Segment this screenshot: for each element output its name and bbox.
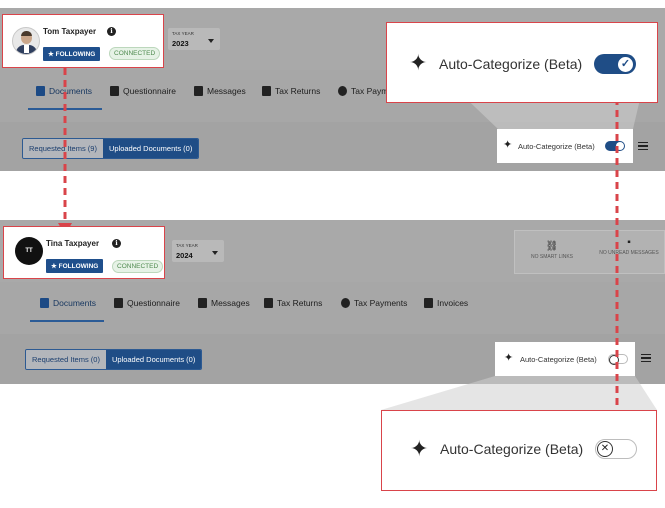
top-user-card: Tom Taxpayer i ★ FOLLOWING CONNECTED — [2, 14, 164, 68]
person-shirt — [24, 45, 29, 53]
avatar — [12, 27, 40, 55]
avatar: TT — [15, 237, 43, 265]
following-button[interactable]: ★ FOLLOWING — [43, 47, 101, 61]
connected-badge: CONNECTED — [112, 260, 164, 273]
auto-categorize-label: Auto-Categorize (Beta) — [440, 441, 584, 457]
auto-categorize-label: Auto-Categorize (Beta) — [439, 56, 583, 72]
auto-categorize-toggle-off[interactable]: ✕ — [595, 439, 637, 459]
following-button[interactable]: ★ FOLLOWING — [46, 259, 104, 273]
user-name: Tom Taxpayer — [43, 27, 97, 36]
user-name: Tina Taxpayer — [46, 239, 100, 248]
bottom-zoom-callout: ✦ Auto-Categorize (Beta) ✕ — [381, 410, 657, 491]
sparkle-icon: ✦ — [409, 50, 428, 75]
close-icon: ✕ — [597, 441, 613, 457]
avatar-initials: TT — [25, 248, 33, 254]
sparkle-icon: ✦ — [410, 436, 429, 461]
info-icon[interactable]: i — [107, 27, 116, 36]
person-hair — [21, 31, 32, 36]
check-icon: ✓ — [618, 56, 633, 72]
info-icon[interactable]: i — [112, 239, 121, 248]
auto-categorize-toggle-on[interactable]: ✓ — [594, 54, 636, 74]
top-zoom-callout: ✦ Auto-Categorize (Beta) ✓ — [386, 22, 658, 103]
connected-badge: CONNECTED — [109, 47, 161, 60]
bottom-user-card: TT Tina Taxpayer i ★ FOLLOWING CONNECTED — [3, 226, 165, 279]
